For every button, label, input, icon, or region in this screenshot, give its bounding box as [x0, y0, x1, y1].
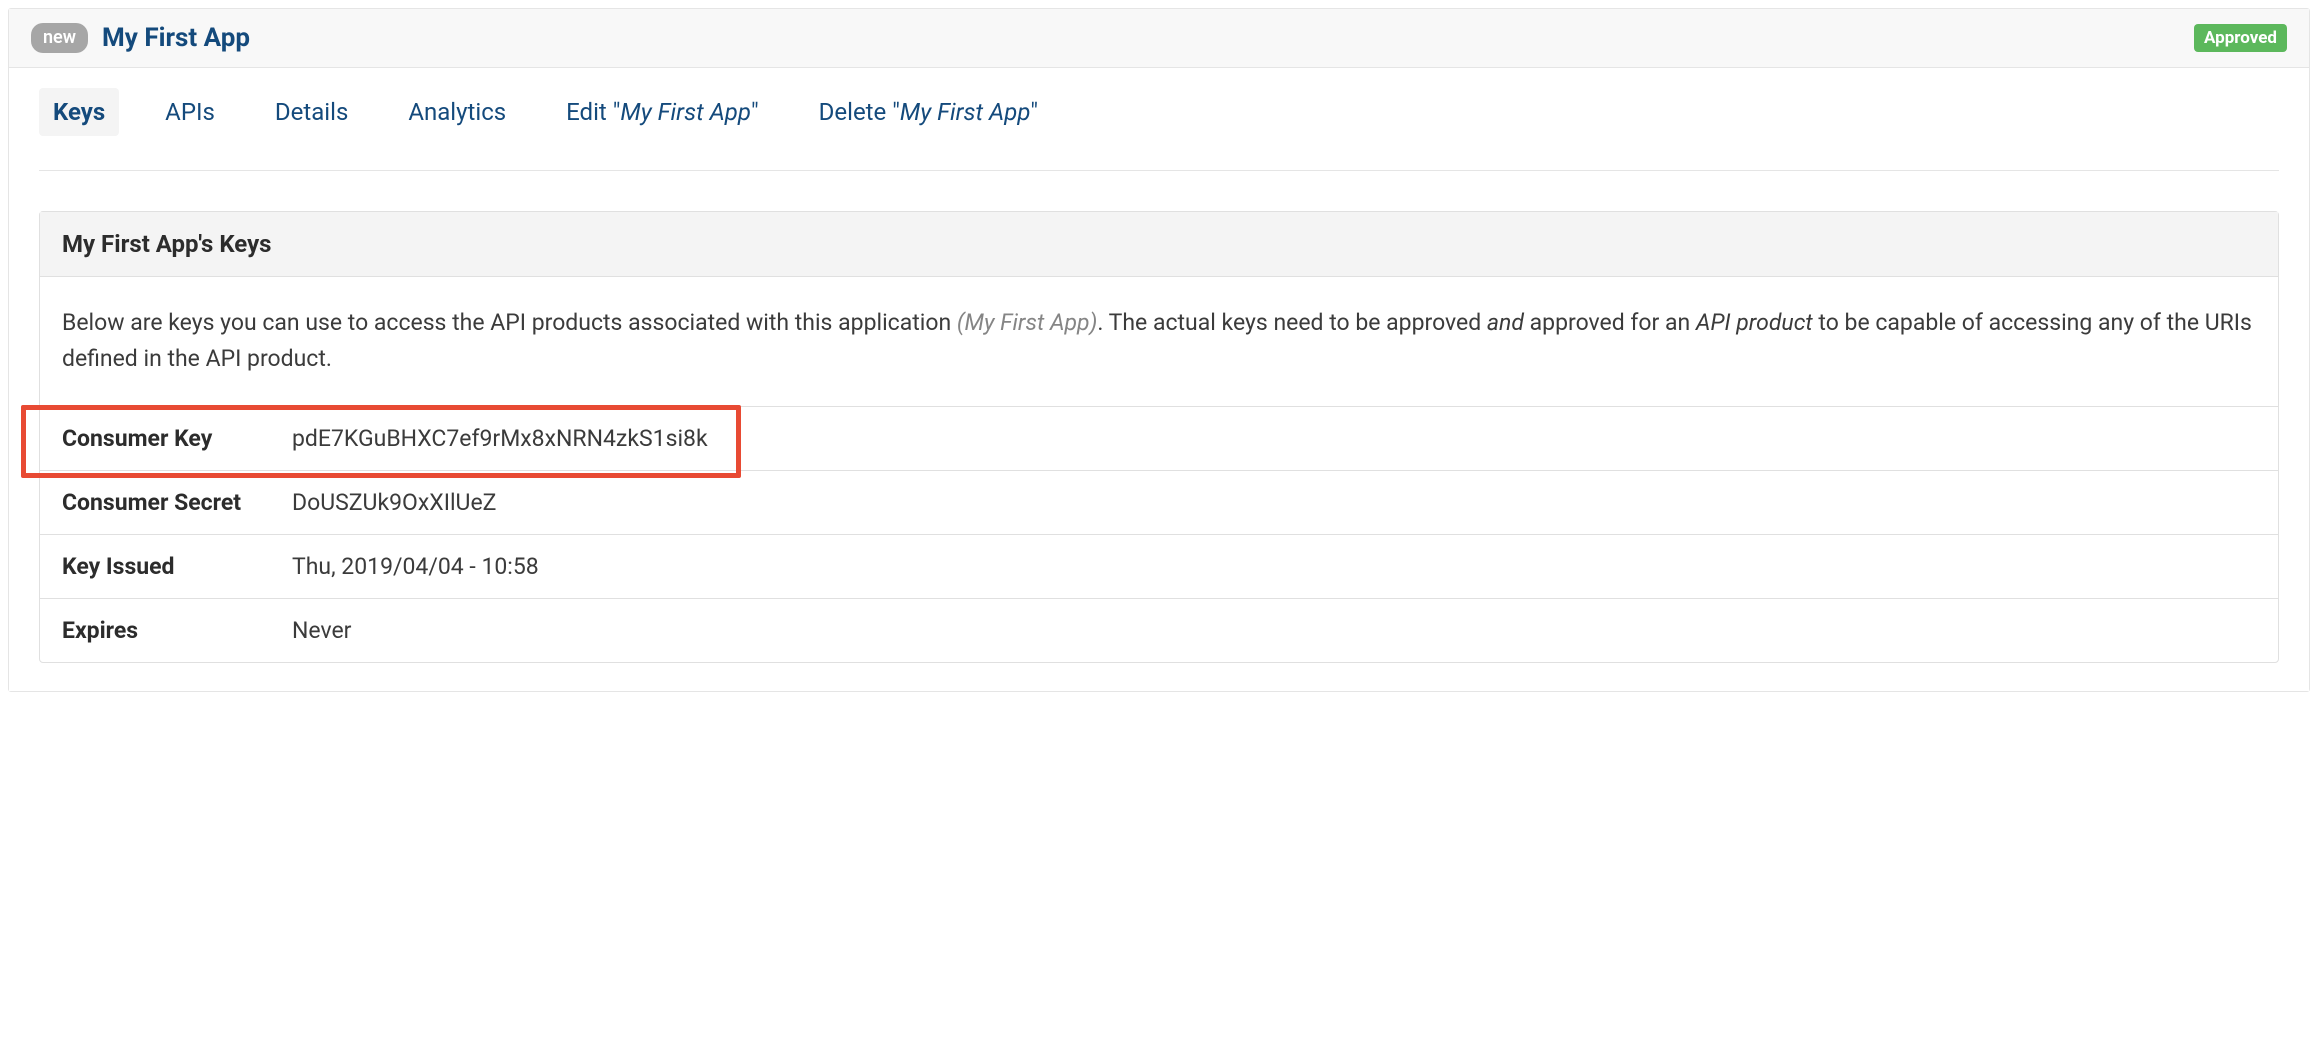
- key-issued-value: Thu, 2019/04/04 - 10:58: [292, 553, 539, 580]
- row-consumer-secret: Consumer Secret DoUSZUk9OxXIlUeZ: [40, 471, 2278, 535]
- keys-description: Below are keys you can use to access the…: [40, 277, 2278, 406]
- tab-keys[interactable]: Keys: [39, 88, 119, 136]
- app-panel: new My First App Approved Keys APIs Deta…: [8, 8, 2310, 692]
- row-key-issued: Key Issued Thu, 2019/04/04 - 10:58: [40, 535, 2278, 599]
- tab-analytics[interactable]: Analytics: [394, 88, 520, 136]
- expires-value: Never: [292, 617, 351, 644]
- keys-card: My First App's Keys Below are keys you c…: [39, 211, 2279, 663]
- expires-label: Expires: [62, 617, 292, 644]
- panel-header: new My First App Approved: [9, 9, 2309, 68]
- new-badge: new: [31, 23, 88, 52]
- key-issued-label: Key Issued: [62, 553, 292, 580]
- panel-body: Keys APIs Details Analytics Edit "My Fir…: [9, 68, 2309, 691]
- consumer-key-label: Consumer Key: [62, 425, 292, 452]
- tab-delete[interactable]: Delete "My First App": [805, 88, 1052, 136]
- tab-apis[interactable]: APIs: [151, 88, 229, 136]
- status-badge: Approved: [2194, 24, 2287, 52]
- app-title: My First App: [102, 23, 250, 53]
- tab-details[interactable]: Details: [261, 88, 362, 136]
- consumer-secret-value: DoUSZUk9OxXIlUeZ: [292, 489, 496, 516]
- row-expires: Expires Never: [40, 599, 2278, 662]
- header-left: new My First App: [31, 23, 250, 53]
- tab-edit[interactable]: Edit "My First App": [552, 88, 772, 136]
- consumer-secret-label: Consumer Secret: [62, 489, 292, 516]
- row-consumer-key: Consumer Key pdE7KGuBHXC7ef9rMx8xNRN4zkS…: [40, 407, 2278, 471]
- consumer-key-value: pdE7KGuBHXC7ef9rMx8xNRN4zkS1si8k: [292, 425, 708, 452]
- keys-table: Consumer Key pdE7KGuBHXC7ef9rMx8xNRN4zkS…: [40, 406, 2278, 662]
- keys-card-title: My First App's Keys: [40, 212, 2278, 277]
- tabs: Keys APIs Details Analytics Edit "My Fir…: [39, 88, 2279, 171]
